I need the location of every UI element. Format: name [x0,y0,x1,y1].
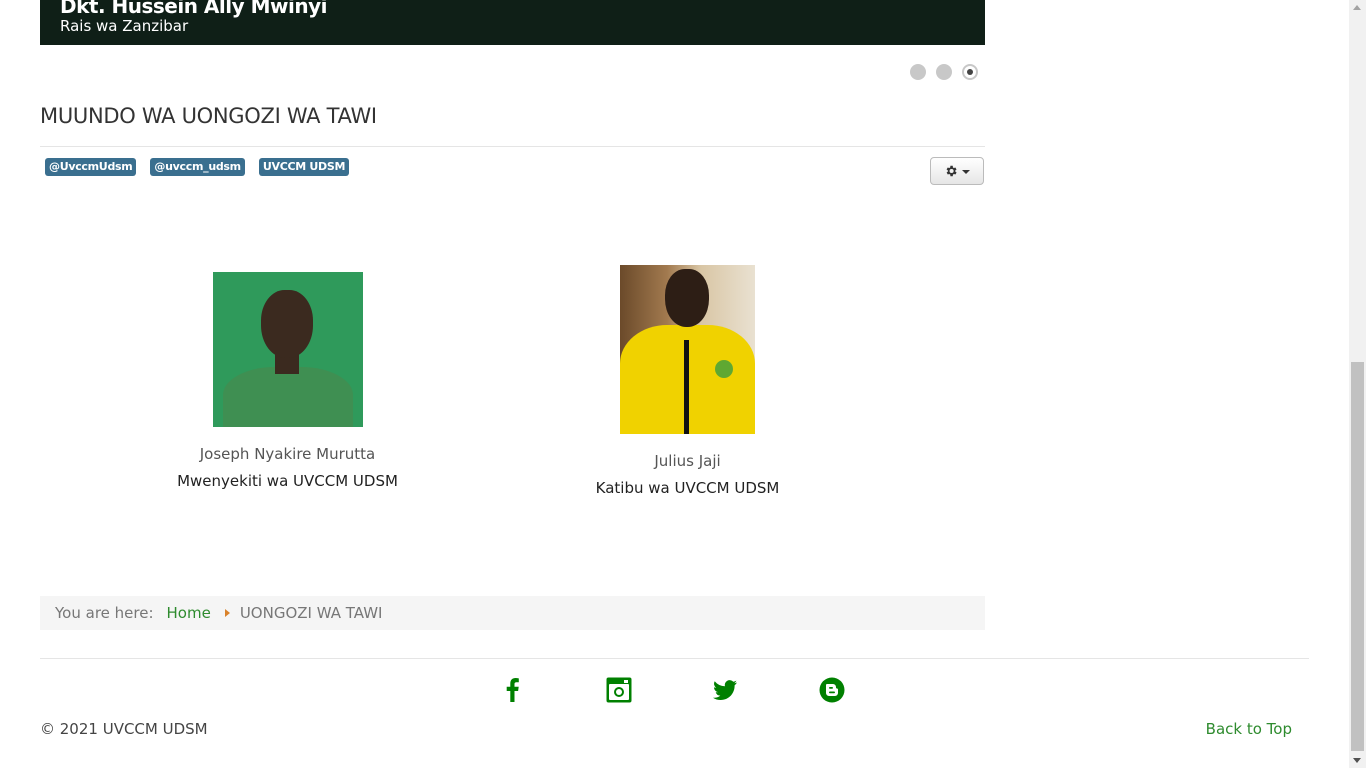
member-role: Mwenyekiti wa UVCCM UDSM [177,472,398,490]
tag-uvccm-udsm-text[interactable]: UVCCM UDSM [258,158,350,176]
scrollbar-thumb[interactable] [1351,362,1364,751]
breadcrumb-current: UONGOZI WA TAWI [239,604,383,622]
scroll-up-arrow-icon[interactable] [1353,5,1361,10]
slider-pagination [910,64,978,80]
slider-dot-2[interactable] [936,64,952,80]
copyright-text: © 2021 UVCCM UDSM [40,720,208,738]
breadcrumb: You are here: Home UONGOZI WA TAWI [40,596,985,630]
page: Dkt. Hussein Ally Mwinyi Rais wa Zanziba… [0,0,1349,768]
facebook-icon[interactable] [500,677,526,703]
member-role: Katibu wa UVCCM UDSM [595,479,780,497]
slider-person-name: Dkt. Hussein Ally Mwinyi [60,0,327,18]
article-tools-button[interactable] [930,157,984,185]
slider-caption: Dkt. Hussein Ally Mwinyi Rais wa Zanziba… [40,0,985,45]
chevron-down-icon [962,170,970,174]
member-card-secretary: Julius Jaji Katibu wa UVCCM UDSM [590,265,785,497]
breadcrumb-separator-icon [224,609,230,617]
back-to-top-link[interactable]: Back to Top [1206,720,1292,738]
breadcrumb-home-link[interactable]: Home [167,604,211,622]
tag-list: @UvccmUdsm @uvccm_udsm UVCCM UDSM [45,158,350,176]
twitter-icon[interactable] [712,677,738,703]
title-divider [40,146,985,147]
member-photo-joseph [212,272,363,427]
blogger-icon[interactable] [819,677,845,703]
slider-dot-3[interactable] [962,64,978,80]
slider-person-title: Rais wa Zanzibar [60,17,189,35]
member-name: Julius Jaji [654,452,721,470]
page-title: MUUNDO WA UONGOZI WA TAWI [40,104,377,128]
footer-divider [40,658,1309,659]
instagram-icon[interactable] [606,677,632,703]
tag-uvccm-udsm[interactable]: @uvccm_udsm [150,158,245,176]
tag-uvccmudsm[interactable]: @UvccmUdsm [45,158,137,176]
member-card-chairman: Joseph Nyakire Murutta Mwenyekiti wa UVC… [175,272,400,490]
gear-icon [946,165,957,177]
breadcrumb-prefix: You are here: [55,604,154,622]
member-photo-julius [620,265,755,434]
member-name: Joseph Nyakire Murutta [199,445,376,463]
scroll-down-arrow-icon[interactable] [1353,758,1361,763]
slider-dot-1[interactable] [910,64,926,80]
vertical-scrollbar[interactable] [1349,0,1366,768]
